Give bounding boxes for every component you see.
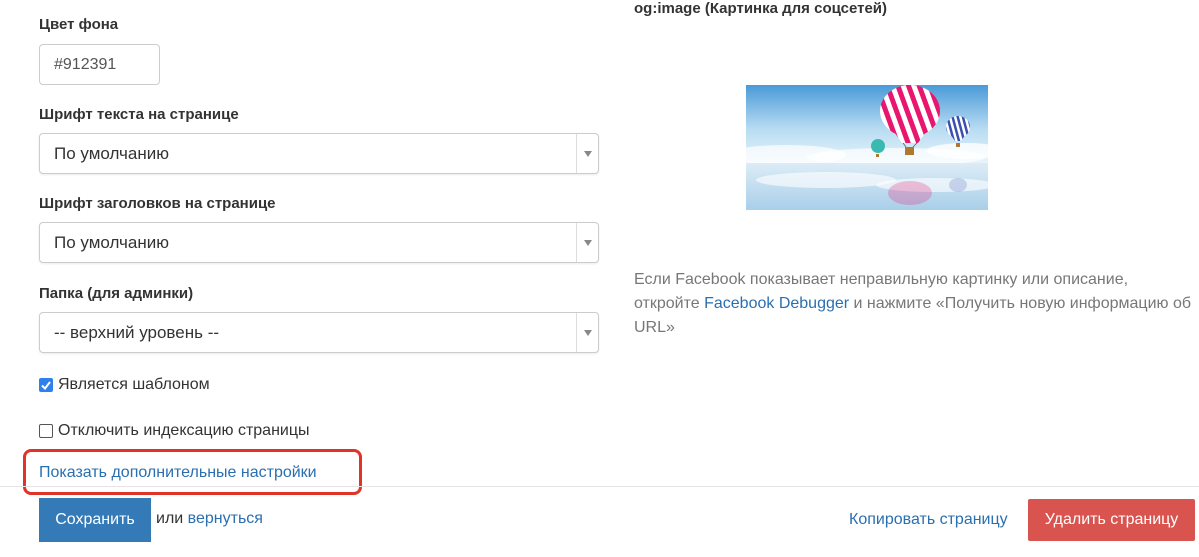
og-image-title: og:image (Картинка для соцсетей) xyxy=(634,0,888,17)
is-template-checkbox[interactable] xyxy=(39,378,53,392)
folder-label: Папка (для админки) xyxy=(39,285,194,302)
noindex-label: Отключить индексацию страницы xyxy=(58,422,310,439)
bg-color-label: Цвет фона xyxy=(39,16,119,33)
heading-font-label: Шрифт заголовков на странице xyxy=(39,195,276,212)
og-description: Если Facebook показывает неправильную ка… xyxy=(634,268,1194,340)
delete-page-button[interactable]: Удалить страницу xyxy=(1028,499,1195,541)
noindex-checkbox[interactable] xyxy=(39,424,53,438)
footer-divider xyxy=(0,486,1199,487)
hot-air-balloons-image xyxy=(746,85,988,210)
or-text: или xyxy=(156,510,184,527)
heading-font-select[interactable]: По умолчанию xyxy=(39,222,599,263)
bg-color-input[interactable]: #912391 xyxy=(39,44,160,85)
chevron-down-icon xyxy=(576,134,598,173)
copy-page-link[interactable]: Копировать страницу xyxy=(849,511,1008,529)
folder-select[interactable]: -- верхний уровень -- xyxy=(39,312,599,353)
chevron-down-icon xyxy=(576,313,598,352)
bg-color-value: #912391 xyxy=(54,55,117,73)
facebook-debugger-link[interactable]: Facebook Debugger xyxy=(704,295,849,312)
advanced-settings-link[interactable]: Показать дополнительные настройки xyxy=(39,464,317,482)
is-template-row[interactable]: Является шаблоном xyxy=(39,376,210,394)
og-image-preview[interactable] xyxy=(746,85,988,210)
page-font-label: Шрифт текста на странице xyxy=(39,106,239,123)
noindex-row[interactable]: Отключить индексацию страницы xyxy=(39,422,310,440)
check-icon xyxy=(41,380,51,390)
page-font-select[interactable]: По умолчанию xyxy=(39,133,599,174)
is-template-label: Является шаблоном xyxy=(58,376,210,393)
chevron-down-icon xyxy=(576,223,598,262)
or-back-text: или вернуться xyxy=(156,510,263,528)
page-font-value: По умолчанию xyxy=(54,143,169,163)
back-link[interactable]: вернуться xyxy=(188,510,263,527)
folder-value: -- верхний уровень -- xyxy=(54,322,220,342)
heading-font-value: По умолчанию xyxy=(54,232,169,252)
save-button[interactable]: Сохранить xyxy=(39,498,151,542)
